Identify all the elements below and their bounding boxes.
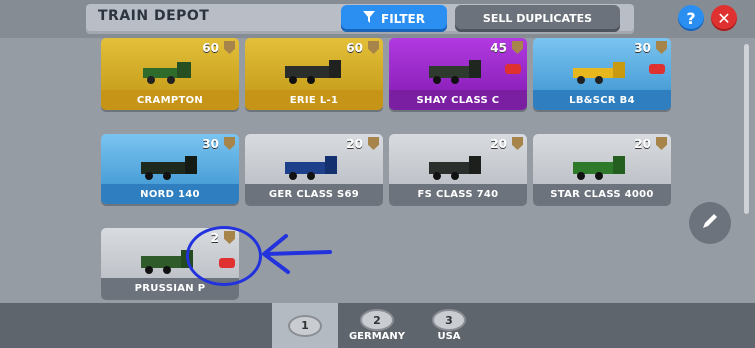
locomotive-icon bbox=[429, 60, 481, 84]
locomotive-icon bbox=[573, 62, 625, 84]
help-button[interactable]: ? bbox=[678, 5, 704, 31]
filter-label: FILTER bbox=[381, 11, 425, 26]
page-title: TRAIN DEPOT bbox=[98, 8, 210, 24]
filter-button[interactable]: FILTER bbox=[341, 5, 447, 32]
card-name: CRAMPTON bbox=[101, 90, 239, 110]
tab-number: 3 bbox=[445, 313, 453, 327]
card-name: FS CLASS 740 bbox=[389, 184, 527, 204]
close-button[interactable]: ✕ bbox=[711, 5, 737, 31]
tab-label: GERMANY bbox=[348, 331, 406, 342]
train-card[interactable]: 60 CRAMPTON bbox=[101, 38, 239, 110]
region-2-icon: 2 bbox=[360, 309, 394, 331]
card-name: NORD 140 bbox=[101, 184, 239, 204]
pencil-icon bbox=[701, 212, 719, 235]
card-count: 30 bbox=[634, 41, 651, 55]
locomotive-icon bbox=[573, 156, 625, 180]
locomotive-icon bbox=[143, 62, 191, 84]
annotation-arrow-icon bbox=[262, 234, 332, 274]
locomotive-icon bbox=[285, 60, 341, 84]
card-name: GER CLASS S69 bbox=[245, 184, 383, 204]
tab-number: 1 bbox=[301, 319, 309, 332]
tab-number: 2 bbox=[373, 313, 381, 327]
edit-button[interactable] bbox=[689, 202, 731, 244]
card-count: 20 bbox=[490, 137, 507, 151]
duplicate-car-icon bbox=[649, 64, 665, 74]
train-card[interactable]: 45 SHAY CLASS C bbox=[389, 38, 527, 110]
card-name: LB&SCR B4 bbox=[533, 90, 671, 110]
card-count: 45 bbox=[490, 41, 507, 55]
card-count: 20 bbox=[634, 137, 651, 151]
train-grid[interactable]: 60 CRAMPTON 60 ERIE L-1 45 SHAY CLASS C … bbox=[0, 38, 745, 300]
card-count: 60 bbox=[346, 41, 363, 55]
card-name: STAR CLASS 4000 bbox=[533, 184, 671, 204]
card-count: 20 bbox=[346, 137, 363, 151]
train-card[interactable]: 30 LB&SCR B4 bbox=[533, 38, 671, 110]
train-card[interactable]: 20 STAR CLASS 4000 bbox=[533, 134, 671, 204]
train-card[interactable]: 20 GER CLASS S69 bbox=[245, 134, 383, 204]
tab-usa[interactable]: 3 USA bbox=[416, 303, 482, 348]
tab-region-1[interactable]: 1 bbox=[272, 303, 338, 348]
train-card[interactable]: 30 NORD 140 bbox=[101, 134, 239, 204]
funnel-icon bbox=[363, 11, 376, 26]
tab-label: USA bbox=[437, 331, 461, 342]
scrollbar[interactable] bbox=[744, 44, 749, 214]
card-name: SHAY CLASS C bbox=[389, 90, 527, 110]
region-3-icon: 3 bbox=[432, 309, 466, 331]
card-count: 30 bbox=[202, 137, 219, 151]
annotation-circle bbox=[186, 226, 262, 286]
train-card[interactable]: 60 ERIE L-1 bbox=[245, 38, 383, 110]
locomotive-icon bbox=[285, 156, 337, 180]
card-count: 60 bbox=[202, 41, 219, 55]
sell-duplicates-button[interactable]: SELL DUPLICATES bbox=[455, 5, 620, 32]
duplicate-car-icon bbox=[505, 64, 521, 74]
train-card[interactable]: 20 FS CLASS 740 bbox=[389, 134, 527, 204]
locomotive-icon bbox=[429, 156, 481, 180]
locomotive-icon bbox=[141, 156, 197, 180]
region-1-icon: 1 bbox=[288, 314, 322, 337]
card-name: ERIE L-1 bbox=[245, 90, 383, 110]
tab-germany[interactable]: 2 GERMANY bbox=[344, 303, 410, 348]
